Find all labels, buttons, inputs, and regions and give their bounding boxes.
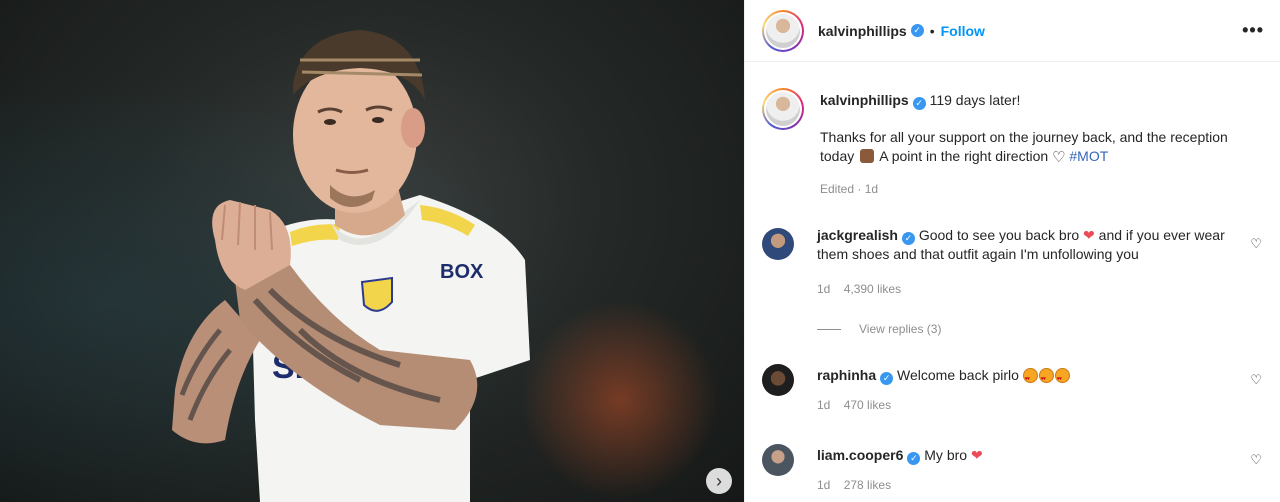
commenter-avatar[interactable] <box>762 444 794 476</box>
comment-text: My bro <box>924 447 968 463</box>
verified-badge-icon: ✓ <box>912 97 926 110</box>
comment-text: Welcome back pirlo <box>897 367 1019 383</box>
next-image-button[interactable]: › <box>706 468 732 494</box>
follow-button[interactable]: Follow <box>941 23 985 39</box>
player-illustration: BOX SLEEP <box>172 30 530 502</box>
commenter-username[interactable]: raphinha <box>817 367 876 383</box>
person-emoji-icon <box>860 149 875 163</box>
post-photo[interactable]: BOX SLEEP › <box>0 0 744 502</box>
comment-likes[interactable]: 4,390 likes <box>844 282 901 296</box>
caption-meta: Edited · 1d <box>820 182 879 196</box>
comment-time: 1d <box>817 282 831 296</box>
heart-eyes-emoji-icon <box>1054 368 1070 389</box>
red-heart-emoji-icon: ❤ <box>1083 227 1095 243</box>
replies-divider <box>817 328 841 330</box>
more-options-icon[interactable]: ••• <box>1242 20 1264 41</box>
author-avatar[interactable] <box>762 9 804 52</box>
verified-badge-icon: ✓ <box>910 24 924 37</box>
comment-likes[interactable]: 470 likes <box>844 398 891 412</box>
heart-outline-emoji-icon: ♡ <box>1052 149 1066 166</box>
view-replies-label: View replies (3) <box>859 322 942 336</box>
heart-icon[interactable]: ♡ <box>1250 236 1262 252</box>
red-heart-emoji-icon: ❤ <box>970 447 983 463</box>
caption-text: Thanks for all your support on the journ… <box>820 128 1262 167</box>
comment-text: Good to see you back bro <box>918 227 1080 243</box>
author-username[interactable]: kalvinphillips <box>818 23 907 39</box>
comment-time: 1d <box>817 398 831 412</box>
heart-icon[interactable]: ♡ <box>1250 372 1262 388</box>
comment-item: jackgrealish ✓ Good to see you back bro ❤… <box>762 226 1262 296</box>
commenter-username[interactable]: jackgrealish <box>817 227 898 243</box>
commenter-avatar[interactable] <box>762 228 794 260</box>
comment-item: liam.cooper6 ✓ My bro ❤ 1d 278 likes ♡ <box>762 442 1262 492</box>
comment-likes[interactable]: 278 likes <box>844 478 891 492</box>
commenter-avatar[interactable] <box>762 364 794 396</box>
view-replies-button[interactable]: View replies (3) <box>817 322 941 336</box>
comment-time: 1d <box>817 478 831 492</box>
caption-headline: 119 days later! <box>929 92 1021 108</box>
verified-badge-icon: ✓ <box>901 232 915 245</box>
verified-badge-icon: ✓ <box>907 452 921 465</box>
comment-item: raphinha ✓ Welcome back pirlo 1d 470 like… <box>762 362 1262 412</box>
heart-eyes-emoji-icon <box>1022 368 1038 389</box>
heart-icon[interactable]: ♡ <box>1250 452 1262 468</box>
post-header: kalvinphillips ✓ • Follow ••• <box>745 0 1280 62</box>
post-side-panel: kalvinphillips ✓ • Follow ••• kalvinphil… <box>744 0 1280 502</box>
shirt-sponsor-text: BOX <box>440 261 484 283</box>
caption-avatar[interactable] <box>762 88 804 130</box>
caption-text-part-2: A point in the right direction <box>879 148 1049 164</box>
heart-eyes-emoji-icon <box>1038 368 1054 389</box>
instagram-post: BOX SLEEP › kalvinphillips ✓ • F <box>0 0 1280 502</box>
verified-badge-icon: ✓ <box>880 372 894 385</box>
hashtag-link[interactable]: #MOT <box>1069 148 1108 164</box>
commenter-username[interactable]: liam.cooper6 <box>817 447 903 463</box>
separator-dot: • <box>929 22 935 39</box>
caption-username[interactable]: kalvinphillips <box>820 92 909 108</box>
post-caption: kalvinphillips ✓ 119 days later! Thanks f… <box>762 88 1262 196</box>
chevron-right-icon: › <box>716 471 722 491</box>
